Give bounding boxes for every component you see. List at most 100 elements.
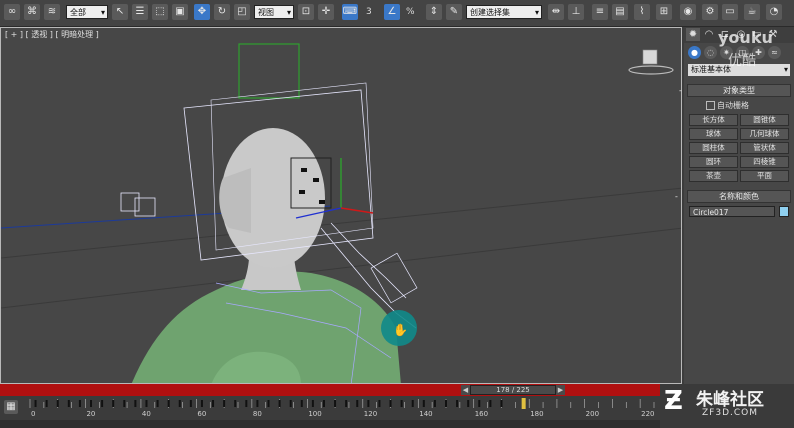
perspective-viewport[interactable]: [ + ] [ 透视 ] [ 明暗处理 ] ✋ — [0, 27, 682, 384]
object-name-field[interactable]: Circle017 — [689, 206, 775, 217]
keyframe-mark — [223, 400, 226, 407]
status-strip — [0, 420, 660, 428]
snap-toggle[interactable]: 3 — [366, 5, 372, 19]
render-production-icon[interactable]: ◔ — [766, 4, 782, 20]
keyframe-mark — [278, 400, 281, 407]
frame-ruler[interactable]: 0 20 40 60 80 100 120 140 160 180 200 220 — [26, 396, 660, 420]
ruler-label: 200 — [586, 410, 599, 418]
render-icon[interactable]: ☕ — [744, 4, 760, 20]
auto-grid-label: 自动栅格 — [717, 101, 749, 110]
cone-button[interactable]: 圆锥体 — [740, 114, 789, 126]
graphite-tools-icon[interactable]: ▤ — [612, 4, 628, 20]
create-tab-icon[interactable]: ✹ — [686, 28, 700, 41]
keyframe-mark — [456, 400, 459, 407]
link-icon[interactable]: ∞ — [4, 4, 20, 20]
keyframe-mark — [422, 400, 425, 407]
checkbox-icon — [706, 101, 715, 110]
mirror-icon[interactable]: ⇹ — [548, 4, 564, 20]
bind-spacewarp-icon[interactable]: ≋ — [44, 4, 60, 20]
keyframe-mark — [34, 400, 37, 407]
name-color-rollout[interactable]: 名称和颜色 — [687, 190, 791, 203]
unlink-icon[interactable]: ⌘ — [24, 4, 40, 20]
keyboard-shortcut-override-icon[interactable]: ⌨ — [342, 4, 358, 20]
command-panel: ✹ ◠ ⊏ ◎ ▭ ⚒ ● ◌ ✷ ◫ ✚ ≈ 标准基本体 对象类型 自动栅格 … — [684, 27, 794, 384]
torus-button[interactable]: 圆环 — [689, 156, 738, 168]
spinner-snap-icon[interactable]: ⇕ — [426, 4, 442, 20]
track-bar[interactable]: ▦ 0 20 40 60 80 100 120 140 160 180 200 220 — [0, 396, 660, 420]
align-icon[interactable]: ⊥ — [568, 4, 584, 20]
keyframe-mark — [478, 400, 481, 407]
small-helper-box — [120, 192, 140, 212]
geometry-icon[interactable]: ● — [688, 46, 701, 59]
scale-icon[interactable]: ◰ — [234, 4, 250, 20]
ruler-label: 60 — [197, 410, 206, 418]
zf3d-logo: Ƶ 朱峰社区 ZF3D.COM — [660, 384, 794, 428]
ruler-label: 100 — [308, 410, 321, 418]
window-crossing-icon[interactable]: ▣ — [172, 4, 188, 20]
keyframe-mark — [112, 400, 115, 407]
time-slider[interactable]: 178 / 225 — [470, 385, 556, 395]
select-object-icon[interactable]: ↖ — [112, 4, 128, 20]
move-icon[interactable]: ✥ — [194, 4, 210, 20]
keyframe-mark — [212, 400, 215, 407]
object-type-buttons: 长方体 圆锥体 球体 几何球体 圆柱体 管状体 圆环 四棱锥 茶壶 平面 — [689, 114, 789, 182]
modify-tab-icon[interactable]: ◠ — [702, 28, 716, 41]
prev-frame-icon[interactable]: ◀ — [461, 385, 470, 395]
cylinder-button[interactable]: 圆柱体 — [689, 142, 738, 154]
sphere-button[interactable]: 球体 — [689, 128, 738, 140]
pivot-center-icon[interactable]: ⊡ — [298, 4, 314, 20]
keyframe-mark — [433, 400, 436, 407]
keyframe-mark — [411, 400, 414, 407]
ruler-label: 160 — [475, 410, 488, 418]
spacewarps-icon[interactable]: ≈ — [768, 46, 781, 59]
angle-snap-icon[interactable]: ∠ — [384, 4, 400, 20]
named-selection-dropdown[interactable]: 创建选择集 — [466, 5, 542, 20]
youku-watermark: youku — [718, 28, 773, 47]
select-by-name-icon[interactable]: ☰ — [132, 4, 148, 20]
next-frame-icon[interactable]: ▶ — [556, 385, 565, 395]
ruler-label: 220 — [641, 410, 654, 418]
ruler-label: 80 — [253, 410, 262, 418]
ruler-label: 20 — [86, 410, 95, 418]
keyframe-mark — [56, 400, 59, 407]
youku-cn-watermark: 优酷 — [728, 53, 756, 69]
name-color-row: Circle017 — [689, 206, 789, 217]
schematic-view-icon[interactable]: ⊞ — [656, 4, 672, 20]
selection-filter-dropdown[interactable]: 全部 — [66, 5, 108, 20]
object-type-rollout[interactable]: 对象类型 — [687, 84, 791, 97]
render-setup-icon[interactable]: ⚙ — [702, 4, 718, 20]
keyframe-mark — [489, 400, 492, 407]
teapot-button[interactable]: 茶壶 — [689, 170, 738, 182]
scene-canvas: ✋ — [1, 43, 681, 383]
keyframe-mark — [256, 400, 259, 407]
percent-snap-toggle[interactable]: % — [406, 5, 415, 19]
curve-editor-icon[interactable]: ⌇ — [634, 4, 650, 20]
keyframe-mark — [134, 400, 137, 407]
rotate-icon[interactable]: ↻ — [214, 4, 230, 20]
rendered-frame-icon[interactable]: ▭ — [722, 4, 738, 20]
keyframe-mark — [367, 400, 370, 407]
reference-coordinate-dropdown[interactable]: 视图 — [254, 5, 294, 20]
zf-mark-icon: Ƶ — [664, 386, 683, 416]
plane-button[interactable]: 平面 — [740, 170, 789, 182]
layer-manager-icon[interactable]: ≡ — [592, 4, 608, 20]
geosphere-button[interactable]: 几何球体 — [740, 128, 789, 140]
edit-named-selection-icon[interactable]: ✎ — [446, 4, 462, 20]
object-color-swatch[interactable] — [779, 206, 789, 217]
mini-curve-editor-icon[interactable]: ▦ — [4, 400, 18, 414]
tube-button[interactable]: 管状体 — [740, 142, 789, 154]
material-editor-icon[interactable]: ◉ — [680, 4, 696, 20]
select-manipulate-icon[interactable]: ✛ — [318, 4, 334, 20]
keyframe-mark — [78, 400, 81, 407]
character-face — [219, 168, 251, 233]
current-frame-marker — [521, 398, 526, 409]
keyframe-mark — [311, 400, 314, 407]
shapes-icon[interactable]: ◌ — [704, 46, 717, 59]
box-button[interactable]: 长方体 — [689, 114, 738, 126]
keyframe-mark — [178, 400, 181, 407]
viewcube — [642, 49, 658, 65]
rect-selection-icon[interactable]: ⬚ — [152, 4, 168, 20]
pyramid-button[interactable]: 四棱锥 — [740, 156, 789, 168]
auto-grid-checkbox[interactable]: 自动栅格 — [706, 100, 794, 111]
ruler-label: 40 — [142, 410, 151, 418]
